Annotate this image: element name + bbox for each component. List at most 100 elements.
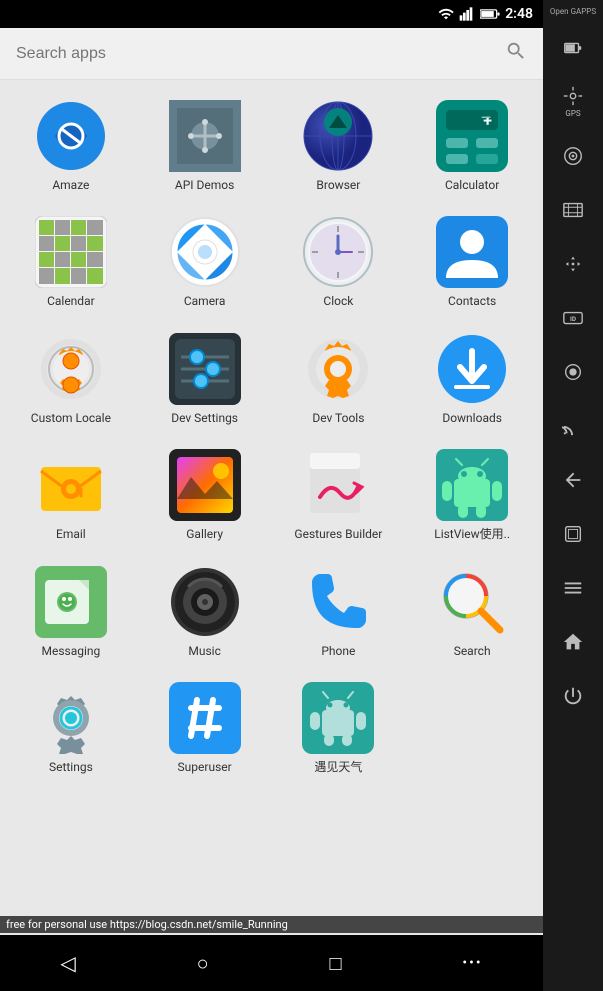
sidebar-gps[interactable]: GPS <box>548 77 598 127</box>
clock-icon <box>302 216 374 288</box>
app-row-4: Email <box>4 441 539 549</box>
sidebar-id[interactable]: ID <box>548 293 598 343</box>
film-icon <box>562 199 584 221</box>
app-camera[interactable]: Camera <box>145 208 265 316</box>
search-label: Search <box>454 644 491 658</box>
more-options[interactable]: ••• <box>442 947 502 979</box>
svg-text:–: – <box>480 108 492 129</box>
amaze-label: Amaze <box>52 178 89 192</box>
custom-locale-label: Custom Locale <box>31 411 111 425</box>
camera-icon <box>169 216 241 288</box>
app-amaze[interactable]: Amaze <box>11 92 131 200</box>
status-bar: 2:48 <box>0 0 543 28</box>
email-icon <box>35 449 107 521</box>
app-search[interactable]: Search <box>412 558 532 666</box>
back-button[interactable]: ◁ <box>40 943 95 983</box>
sidebar-camera[interactable] <box>548 131 598 181</box>
phone-label: Phone <box>321 644 355 658</box>
app-grid: Amaze API Demos <box>0 80 543 935</box>
back-arrow-icon <box>562 469 584 491</box>
app-custom-locale[interactable]: Custom Locale <box>11 325 131 433</box>
messaging-label: Messaging <box>41 644 100 658</box>
dev-settings-label: Dev Settings <box>171 411 238 425</box>
app-gestures[interactable]: Gestures Builder <box>278 441 398 549</box>
app-superuser[interactable]: Superuser <box>145 674 265 782</box>
gallery-label: Gallery <box>186 527 223 541</box>
app-settings[interactable]: Settings <box>11 674 131 782</box>
app-calculator[interactable]: + – Calculator <box>412 92 532 200</box>
main-area: 2:48 Amaze <box>0 0 543 991</box>
dev-settings-icon <box>169 333 241 405</box>
weather-label: 遇见天气 <box>314 760 362 774</box>
app-music[interactable]: Music <box>145 558 265 666</box>
gallery-icon <box>169 449 241 521</box>
search-app-icon <box>436 566 508 638</box>
contacts-icon <box>436 216 508 288</box>
sidebar-move[interactable] <box>548 239 598 289</box>
time-display: 2:48 <box>505 6 533 22</box>
app-downloads[interactable]: Downloads <box>412 325 532 433</box>
api-demos-label: API Demos <box>175 178 234 192</box>
custom-locale-icon <box>35 333 107 405</box>
amaze-icon <box>35 100 107 172</box>
app-phone[interactable]: Phone <box>278 558 398 666</box>
app-messaging[interactable]: Messaging <box>11 558 131 666</box>
calendar-icon <box>35 216 107 288</box>
gestures-label: Gestures Builder <box>294 527 382 541</box>
app-weather[interactable]: 遇见天气 <box>278 674 398 782</box>
sidebar-menu-btn[interactable] <box>548 563 598 613</box>
app-dev-tools[interactable]: Dev Tools <box>278 325 398 433</box>
phone-icon <box>302 566 374 638</box>
calculator-label: Calculator <box>445 178 499 192</box>
music-icon <box>169 566 241 638</box>
app-calendar[interactable]: Calendar <box>11 208 131 316</box>
sidebar-battery[interactable] <box>548 23 598 73</box>
home-button[interactable]: ○ <box>177 943 229 984</box>
app-contacts[interactable]: Contacts <box>412 208 532 316</box>
battery-status-icon <box>480 6 500 22</box>
app-api-demos[interactable]: API Demos <box>145 92 265 200</box>
bottom-navigation: ◁ ○ □ ••• <box>0 935 543 991</box>
menu-icon <box>562 577 584 599</box>
search-bar <box>0 28 543 80</box>
recents-button[interactable]: □ <box>310 943 362 984</box>
app-gallery[interactable]: Gallery <box>145 441 265 549</box>
sidebar-cast[interactable] <box>548 401 598 451</box>
app-clock[interactable]: Clock <box>278 208 398 316</box>
home-icon <box>562 631 584 653</box>
gps-icon <box>562 85 584 107</box>
sidebar-back-btn[interactable] <box>548 455 598 505</box>
superuser-label: Superuser <box>178 760 232 774</box>
app-dev-settings[interactable]: Dev Settings <box>145 325 265 433</box>
sidebar-recents-btn[interactable] <box>548 509 598 559</box>
cast-icon <box>562 415 584 437</box>
app-email[interactable]: Email <box>11 441 131 549</box>
sidebar-record[interactable] <box>548 347 598 397</box>
superuser-icon <box>169 682 241 754</box>
contacts-label: Contacts <box>448 294 496 308</box>
dev-tools-icon <box>302 333 374 405</box>
gestures-icon <box>302 449 374 521</box>
search-icon[interactable] <box>505 40 527 67</box>
record-icon <box>562 361 584 383</box>
app-browser[interactable]: Browser <box>278 92 398 200</box>
app-row-3: Custom Locale Dev Se <box>4 325 539 433</box>
app-row-5: Messaging Music <box>4 558 539 666</box>
messaging-icon <box>35 566 107 638</box>
app-listview[interactable]: ListView使用.. <box>412 441 532 549</box>
sidebar-power-btn[interactable] <box>548 671 598 721</box>
move-icon <box>562 253 584 275</box>
api-demos-icon <box>169 100 241 172</box>
open-gapps-label: Open GAPPS <box>550 8 596 17</box>
listview-label: ListView使用.. <box>434 527 510 541</box>
downloads-icon <box>436 333 508 405</box>
sidebar-home-btn[interactable] <box>548 617 598 667</box>
dev-tools-label: Dev Tools <box>312 411 364 425</box>
svg-text:ID: ID <box>570 315 576 323</box>
search-input[interactable] <box>16 45 505 63</box>
sidebar-video[interactable] <box>548 185 598 235</box>
battery-icon <box>562 37 584 59</box>
app-row-1: Amaze API Demos <box>4 92 539 200</box>
browser-icon <box>302 100 374 172</box>
listview-icon <box>436 449 508 521</box>
